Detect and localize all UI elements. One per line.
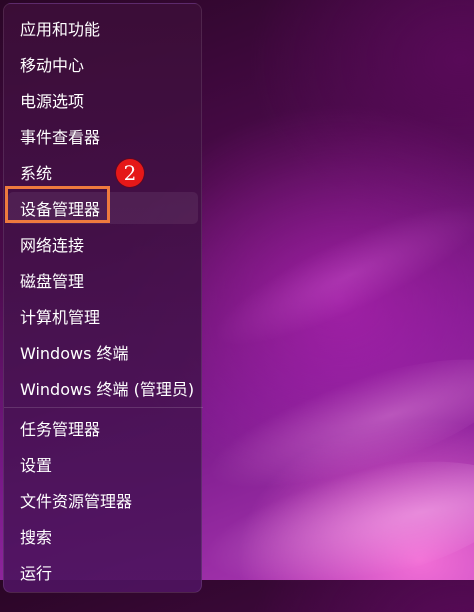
- menu-item-computer-management[interactable]: 计算机管理: [8, 300, 198, 332]
- menu-item-task-manager[interactable]: 任务管理器: [8, 412, 198, 444]
- menu-item-run[interactable]: 运行: [8, 556, 198, 588]
- menu-item-search[interactable]: 搜索: [8, 520, 198, 552]
- menu-item-settings[interactable]: 设置: [8, 448, 198, 480]
- wallpaper-streak: [199, 179, 474, 371]
- menu-item-device-manager[interactable]: 设备管理器: [8, 192, 198, 224]
- menu-item-disk-management[interactable]: 磁盘管理: [8, 264, 198, 296]
- wallpaper-streak: [192, 437, 474, 612]
- menu-item-windows-terminal[interactable]: Windows 终端: [8, 336, 198, 368]
- menu-item-system[interactable]: 系统: [8, 156, 198, 188]
- wallpaper-streak: [193, 332, 474, 518]
- menu-item-apps-and-features[interactable]: 应用和功能: [8, 12, 198, 44]
- menu-item-file-explorer[interactable]: 文件资源管理器: [8, 484, 198, 516]
- menu-item-network-connections[interactable]: 网络连接: [8, 228, 198, 260]
- menu-item-power-options[interactable]: 电源选项: [8, 84, 198, 116]
- step-badge: 2: [116, 159, 144, 187]
- menu-item-mobility-center[interactable]: 移动中心: [8, 48, 198, 80]
- menu-item-windows-terminal-admin[interactable]: Windows 终端 (管理员): [8, 372, 198, 404]
- quick-link-menu: 应用和功能 移动中心 电源选项 事件查看器 系统 设备管理器 网络连接 磁盘管理…: [3, 3, 203, 593]
- menu-separator: [4, 407, 203, 408]
- menu-item-event-viewer[interactable]: 事件查看器: [8, 120, 198, 152]
